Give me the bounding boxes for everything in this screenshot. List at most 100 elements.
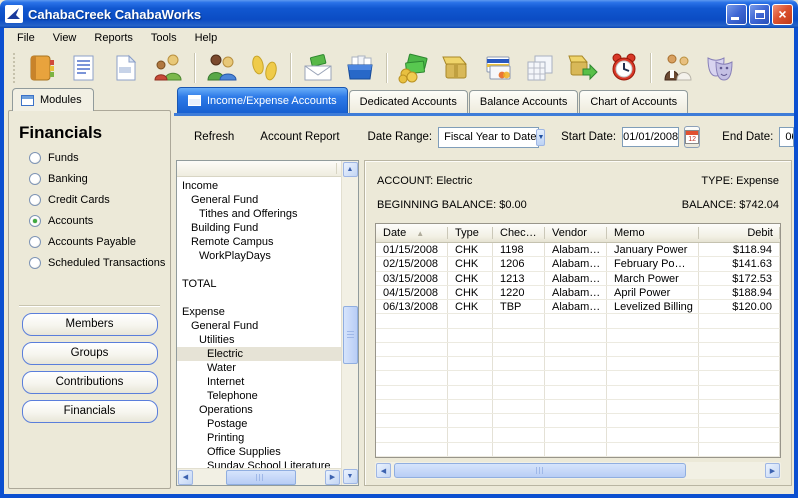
minimize-button[interactable] bbox=[726, 3, 747, 25]
radio-funds[interactable]: Funds bbox=[29, 152, 166, 164]
scroll-up-icon[interactable]: ▲ bbox=[342, 162, 358, 177]
column-header-check[interactable]: Chec… bbox=[493, 224, 545, 242]
toolbar-grip[interactable] bbox=[13, 52, 16, 83]
alarm-clock-icon[interactable] bbox=[608, 52, 640, 84]
tree-item[interactable]: Water bbox=[177, 361, 341, 375]
account-report-button[interactable]: Account Report bbox=[254, 128, 345, 146]
tree-item[interactable]: Printing bbox=[177, 431, 341, 445]
scrollbar-thumb[interactable] bbox=[342, 305, 358, 364]
tree-item[interactable]: WorkPlayDays bbox=[177, 249, 341, 263]
column-header-vendor[interactable]: Vendor bbox=[545, 224, 607, 242]
theater-masks-icon[interactable] bbox=[704, 52, 736, 84]
table-row[interactable]: 06/13/2008 CHK TBP Alabam… Levelized Bil… bbox=[376, 300, 780, 315]
couple-icon[interactable] bbox=[662, 52, 694, 84]
title-bar[interactable]: CahabaCreek CahabaWorks × bbox=[0, 0, 798, 28]
table-row[interactable]: 03/15/2008 CHK 1213 Alabam… March Power … bbox=[376, 271, 780, 286]
maximize-button[interactable] bbox=[749, 3, 770, 25]
tree-column-header[interactable] bbox=[177, 161, 341, 177]
tree-item[interactable]: General Fund bbox=[177, 193, 341, 207]
credit-cards-icon[interactable] bbox=[482, 52, 514, 84]
tree-item[interactable]: Sunday School Literature bbox=[177, 459, 341, 468]
scroll-right-icon[interactable]: ▶ bbox=[765, 463, 780, 478]
tab-modules[interactable]: Modules bbox=[12, 88, 94, 111]
blank-document-icon[interactable] bbox=[110, 52, 142, 84]
envelope-money-icon[interactable] bbox=[302, 52, 334, 84]
scrollbar-thumb[interactable] bbox=[225, 469, 296, 485]
tree-item[interactable]: Remote Campus bbox=[177, 235, 341, 249]
chevron-down-icon[interactable]: ▼ bbox=[536, 128, 546, 146]
radio-accounts[interactable]: Accounts bbox=[29, 215, 166, 227]
radio-accounts-payable[interactable]: Accounts Payable bbox=[29, 236, 166, 248]
cell-type: CHK bbox=[448, 243, 493, 257]
table-row[interactable]: 02/15/2008 CHK 1206 Alabam… February Po…… bbox=[376, 257, 780, 272]
report-document-icon[interactable] bbox=[68, 52, 100, 84]
treasure-chest-icon[interactable] bbox=[440, 52, 472, 84]
tab-dedicated-accounts[interactable]: Dedicated Accounts bbox=[348, 90, 468, 113]
tree-vertical-scrollbar[interactable]: ▲ ▼ bbox=[341, 161, 358, 485]
tab-balance-accounts[interactable]: Balance Accounts bbox=[468, 90, 579, 113]
tree-item[interactable]: Utilities bbox=[177, 333, 341, 347]
scrollbar-track[interactable] bbox=[195, 469, 323, 485]
refresh-button[interactable]: Refresh bbox=[188, 128, 240, 146]
scrollbar-track[interactable] bbox=[342, 178, 358, 468]
radio-banking[interactable]: Banking bbox=[29, 173, 166, 185]
tree-item[interactable]: Office Supplies bbox=[177, 445, 341, 459]
family-icon[interactable] bbox=[152, 52, 184, 84]
tree-item[interactable]: Expense bbox=[177, 305, 341, 319]
cell-type: CHK bbox=[448, 285, 493, 300]
column-header-memo[interactable]: Memo bbox=[607, 224, 699, 242]
tree-item[interactable]: Operations bbox=[177, 403, 341, 417]
two-people-icon[interactable] bbox=[206, 52, 238, 84]
table-horizontal-scrollbar[interactable]: ◀ ▶ bbox=[375, 462, 781, 479]
contributions-button[interactable]: Contributions bbox=[21, 371, 158, 394]
table-row[interactable]: 01/15/2008 CHK 1198 Alabam… January Powe… bbox=[376, 243, 780, 258]
scroll-down-icon[interactable]: ▼ bbox=[342, 469, 358, 484]
table-row[interactable]: 04/15/2008 CHK 1220 Alabam… April Power … bbox=[376, 285, 780, 301]
address-book-icon[interactable] bbox=[26, 52, 58, 84]
menu-file[interactable]: File bbox=[8, 30, 44, 46]
tree-item[interactable]: Building Fund bbox=[177, 221, 341, 235]
money-icon[interactable] bbox=[398, 52, 430, 84]
scroll-left-icon[interactable]: ◀ bbox=[376, 463, 391, 478]
tree-item[interactable]: TOTAL bbox=[177, 277, 341, 291]
scroll-left-icon[interactable]: ◀ bbox=[178, 469, 193, 485]
tab-income-expense-accounts[interactable]: Income/Expense Accounts bbox=[177, 87, 348, 113]
end-date-input[interactable]: 06/16/2008 bbox=[779, 127, 794, 147]
column-header-debit[interactable]: Debit bbox=[699, 224, 780, 242]
members-button[interactable]: Members bbox=[21, 313, 158, 336]
menu-bar: File View Reports Tools Help bbox=[4, 28, 794, 47]
footprints-icon[interactable] bbox=[248, 52, 280, 84]
menu-tools[interactable]: Tools bbox=[142, 30, 186, 46]
calendar-button[interactable]: 12 bbox=[684, 126, 701, 148]
close-button[interactable]: × bbox=[772, 3, 793, 25]
tree-item[interactable]: Telephone bbox=[177, 389, 341, 403]
table-grid-icon[interactable] bbox=[524, 52, 556, 84]
tree-item[interactable]: Income bbox=[177, 179, 341, 193]
menu-reports[interactable]: Reports bbox=[85, 30, 142, 46]
scrollbar-thumb[interactable] bbox=[394, 463, 687, 478]
menu-help[interactable]: Help bbox=[186, 30, 227, 46]
tree-item[interactable]: General Fund bbox=[177, 319, 341, 333]
card-file-icon[interactable] bbox=[344, 52, 376, 84]
column-header-type[interactable]: Type bbox=[448, 224, 493, 242]
radio-credit-cards[interactable]: Credit Cards bbox=[29, 194, 166, 206]
scroll-right-icon[interactable]: ▶ bbox=[325, 469, 340, 485]
date-range-select[interactable]: Fiscal Year to Date ▼ bbox=[438, 126, 546, 148]
financials-button[interactable]: Financials bbox=[21, 400, 158, 423]
radio-scheduled-transactions[interactable]: Scheduled Transactions bbox=[29, 257, 166, 269]
box-export-icon[interactable] bbox=[566, 52, 598, 84]
tab-chart-of-accounts[interactable]: Chart of Accounts bbox=[579, 90, 689, 113]
tree-item[interactable]: Postage bbox=[177, 417, 341, 431]
tree-item-selected[interactable]: Electric bbox=[177, 347, 341, 361]
tree-item[interactable]: Tithes and Offerings bbox=[177, 207, 341, 221]
close-icon: × bbox=[778, 5, 787, 22]
tree-horizontal-scrollbar[interactable]: ◀ ▶ bbox=[177, 468, 341, 485]
menu-view[interactable]: View bbox=[44, 30, 86, 46]
tree-item[interactable]: Internet bbox=[177, 375, 341, 389]
groups-button[interactable]: Groups bbox=[21, 342, 158, 365]
start-date-input[interactable]: 01/01/2008 bbox=[622, 127, 680, 147]
column-header-date[interactable]: Date ▲ bbox=[376, 224, 448, 242]
sort-ascending-icon: ▲ bbox=[416, 229, 425, 238]
tree-item-blank bbox=[177, 263, 341, 277]
radio-circle-icon bbox=[29, 257, 41, 269]
